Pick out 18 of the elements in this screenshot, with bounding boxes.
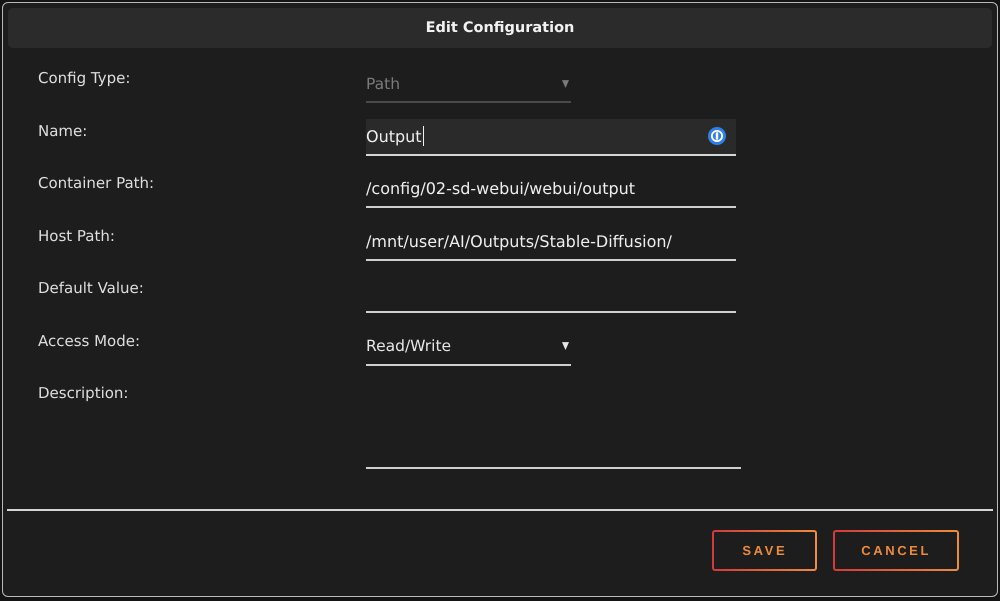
text-field[interactable]: /config/02-sd-webui/webui/output — [366, 171, 736, 208]
text-cursor — [422, 126, 424, 146]
caret-icon — [562, 342, 569, 350]
field-label: Default Value: — [38, 278, 144, 298]
field-label: Name: — [38, 120, 88, 140]
dialog-title: Edit Configuration — [426, 20, 574, 36]
dialog-button[interactable]: CANCEL — [833, 530, 959, 571]
field-label: Host Path: — [38, 226, 115, 246]
circled-bar-icon[interactable] — [708, 127, 726, 145]
field-label: Container Path: — [38, 173, 154, 193]
text-field[interactable]: Output — [366, 118, 736, 156]
dropdown[interactable]: Read/Write — [366, 328, 571, 366]
field-label: Config Type: — [38, 68, 130, 88]
dialog-button[interactable]: SAVE — [712, 530, 818, 571]
field-label: Description: — [38, 383, 128, 403]
caret-icon — [562, 80, 569, 88]
text-field[interactable]: /mnt/user/AI/Outputs/Stable-Diffusion/ — [366, 224, 736, 260]
field-label: Access Mode: — [38, 330, 140, 350]
